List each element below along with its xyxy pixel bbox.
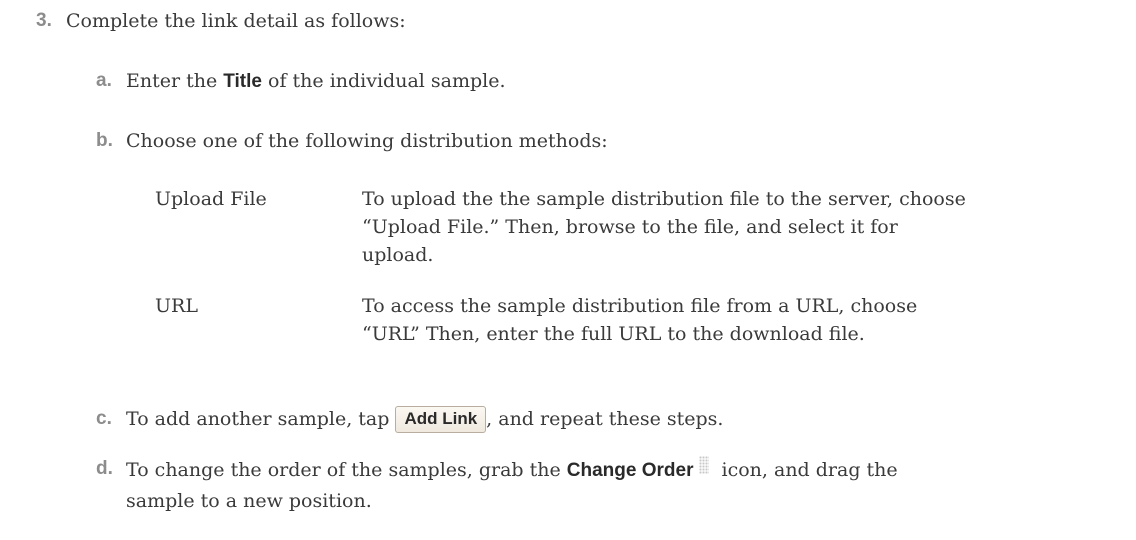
method-term-upload-file: Upload File (155, 188, 267, 210)
method-desc-url: To access the sample distribution file f… (362, 292, 1122, 348)
substep-b-marker: b. (96, 130, 113, 151)
substep-a-post: of the individual sample. (261, 70, 506, 92)
desc-line: “Upload File.” Then, browse to the file,… (362, 216, 898, 238)
substep-d-text-line2: sample to a new position. (126, 490, 372, 512)
substep-c-pre: To add another sample, tap (126, 408, 396, 430)
add-link-button[interactable]: Add Link (395, 406, 487, 433)
substep-a-marker: a. (96, 70, 112, 91)
substep-d-marker: d. (96, 458, 113, 479)
substep-c-text: To add another sample, tap Add Link, and… (126, 406, 723, 433)
desc-line: upload. (362, 244, 434, 266)
substep-d-post: icon, and drag the (715, 459, 898, 481)
substep-c-post: , and repeat these steps. (486, 408, 724, 430)
step-text: Complete the link detail as follows: (66, 10, 406, 32)
desc-line: “URL” Then, enter the full URL to the do… (362, 323, 865, 345)
substep-b-text: Choose one of the following distribution… (126, 130, 608, 152)
desc-line: To upload the the sample distribution fi… (362, 188, 966, 210)
substep-c-marker: c. (96, 408, 112, 429)
document-page: 3. Complete the link detail as follows: … (0, 0, 1136, 540)
step-number: 3. (36, 10, 52, 31)
title-field-name: Title (223, 71, 262, 92)
method-desc-upload-file: To upload the the sample distribution fi… (362, 185, 1122, 269)
substep-a-text: Enter the Title of the individual sample… (126, 68, 506, 95)
method-term-url: URL (155, 295, 198, 317)
substep-a-pre: Enter the (126, 70, 224, 92)
substep-d-pre: To change the order of the samples, grab… (126, 459, 567, 481)
desc-line: To access the sample distribution file f… (362, 295, 918, 317)
change-order-label: Change Order (566, 460, 694, 481)
substep-d-text: To change the order of the samples, grab… (126, 456, 898, 484)
grip-icon[interactable] (699, 456, 710, 474)
